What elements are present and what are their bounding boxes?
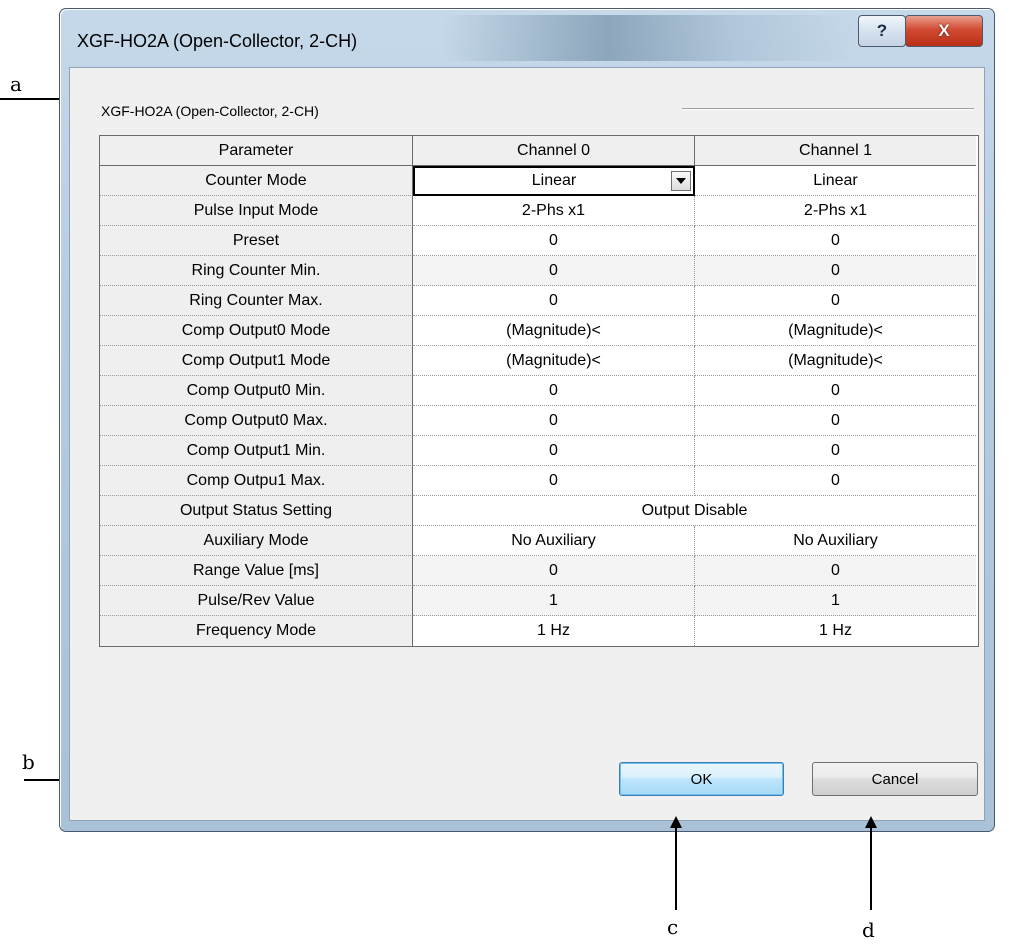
value-ch1[interactable]: 1 Hz [695,616,976,646]
param-label: Range Value [ms] [100,556,413,586]
group-divider [682,108,974,110]
cancel-button[interactable]: Cancel [812,762,978,796]
param-label: Preset [100,226,413,256]
value-ch0[interactable]: 0 [413,406,695,436]
table-row: Ring Counter Min. 0 0 [100,256,978,286]
param-label: Comp Outpu1 Max. [100,466,413,496]
value-ch1[interactable]: 0 [695,556,976,586]
header-channel-1: Channel 1 [695,136,976,166]
group-label: XGF-HO2A (Open-Collector, 2-CH) [101,103,319,119]
param-label: Pulse/Rev Value [100,586,413,616]
value-ch1[interactable]: 0 [695,286,976,316]
value-ch0[interactable]: 0 [413,286,695,316]
window-title: XGF-HO2A (Open-Collector, 2-CH) [77,31,358,51]
ok-button[interactable]: OK [619,762,784,796]
table-row: Comp Output1 Min. 0 0 [100,436,978,466]
value-ch1[interactable]: Linear [695,166,976,196]
param-label: Counter Mode [100,166,413,196]
help-button[interactable]: ? [858,15,906,47]
figure: a b XGF-HO2A (Open-Collector, 2-CH) ? X … [0,0,1009,948]
value-ch1[interactable]: 0 [695,226,976,256]
table-row: Comp Outpu1 Max. 0 0 [100,466,978,496]
value-ch0[interactable]: 1 [413,586,695,616]
chevron-down-icon [676,178,686,184]
table-row: Preset 0 0 [100,226,978,256]
table-row: Comp Output1 Mode (Magnitude)< (Magnitud… [100,346,978,376]
value-ch1[interactable]: 0 [695,376,976,406]
value-ch1[interactable]: (Magnitude)< [695,316,976,346]
question-icon: ? [876,21,888,40]
annotation-d: d [862,918,875,942]
value-ch1[interactable]: 0 [695,256,976,286]
value-ch0[interactable]: (Magnitude)< [413,346,695,376]
table-row: Comp Output0 Max. 0 0 [100,406,978,436]
header-channel-0: Channel 0 [413,136,695,166]
table-row: Pulse Input Mode 2-Phs x1 2-Phs x1 [100,196,978,226]
value-ch0[interactable]: 0 [413,466,695,496]
value-ch1[interactable]: 2-Phs x1 [695,196,976,226]
annotation-b: b [22,750,35,774]
table-row: Pulse/Rev Value 1 1 [100,586,978,616]
value-ch1[interactable]: 0 [695,436,976,466]
value-ch1[interactable]: (Magnitude)< [695,346,976,376]
table-row: Frequency Mode 1 Hz 1 Hz [100,616,978,646]
close-button[interactable]: X [905,15,983,47]
value-ch0[interactable]: 0 [413,556,695,586]
table-row: Ring Counter Max. 0 0 [100,286,978,316]
value-ch1[interactable]: 0 [695,466,976,496]
param-label: Comp Output1 Min. [100,436,413,466]
table-row: Comp Output0 Mode (Magnitude)< (Magnitud… [100,316,978,346]
table-row: Auxiliary Mode No Auxiliary No Auxiliary [100,526,978,556]
param-label: Comp Output0 Max. [100,406,413,436]
value-ch1[interactable]: No Auxiliary [695,526,976,556]
param-label: Frequency Mode [100,616,413,646]
param-label: Output Status Setting [100,496,413,526]
table-row: Range Value [ms] 0 0 [100,556,978,586]
value-ch0[interactable]: 0 [413,256,695,286]
counter-mode-ch0-dropdown[interactable]: Linear [413,166,695,196]
param-label: Ring Counter Max. [100,286,413,316]
dropdown-value: Linear [531,172,577,189]
grid-header-row: Parameter Channel 0 Channel 1 [100,136,978,166]
table-row: Comp Output0 Min. 0 0 [100,376,978,406]
value-ch0[interactable]: 0 [413,436,695,466]
value-ch0[interactable]: 2-Phs x1 [413,196,695,226]
value-ch0[interactable]: 0 [413,226,695,256]
param-label: Pulse Input Mode [100,196,413,226]
value-ch0[interactable]: No Auxiliary [413,526,695,556]
value-both-channels[interactable]: Output Disable [413,496,976,526]
dialog-window: XGF-HO2A (Open-Collector, 2-CH) ? X XGF-… [59,8,995,832]
param-label: Comp Output0 Min. [100,376,413,406]
param-label: Comp Output1 Mode [100,346,413,376]
dialog-client-area: XGF-HO2A (Open-Collector, 2-CH) Paramete… [69,67,985,821]
value-ch1[interactable]: 1 [695,586,976,616]
title-bar-glass [440,15,860,61]
value-ch0[interactable]: 1 Hz [413,616,695,646]
value-ch0[interactable]: (Magnitude)< [413,316,695,346]
annotation-d-arrow [865,816,877,910]
annotation-c-arrow [670,816,682,910]
param-label: Ring Counter Min. [100,256,413,286]
dropdown-button[interactable] [671,171,691,191]
header-parameter: Parameter [100,136,413,166]
param-label: Auxiliary Mode [100,526,413,556]
close-icon: X [938,21,950,40]
table-row: Output Status Setting Output Disable [100,496,978,526]
parameter-grid: Parameter Channel 0 Channel 1 Counter Mo… [99,135,979,647]
value-ch1[interactable]: 0 [695,406,976,436]
annotation-a: a [10,72,22,96]
title-bar[interactable]: XGF-HO2A (Open-Collector, 2-CH) ? X [60,9,994,69]
annotation-c: c [667,915,679,939]
value-ch0[interactable]: 0 [413,376,695,406]
table-row: Counter Mode Linear Linear [100,166,978,196]
param-label: Comp Output0 Mode [100,316,413,346]
